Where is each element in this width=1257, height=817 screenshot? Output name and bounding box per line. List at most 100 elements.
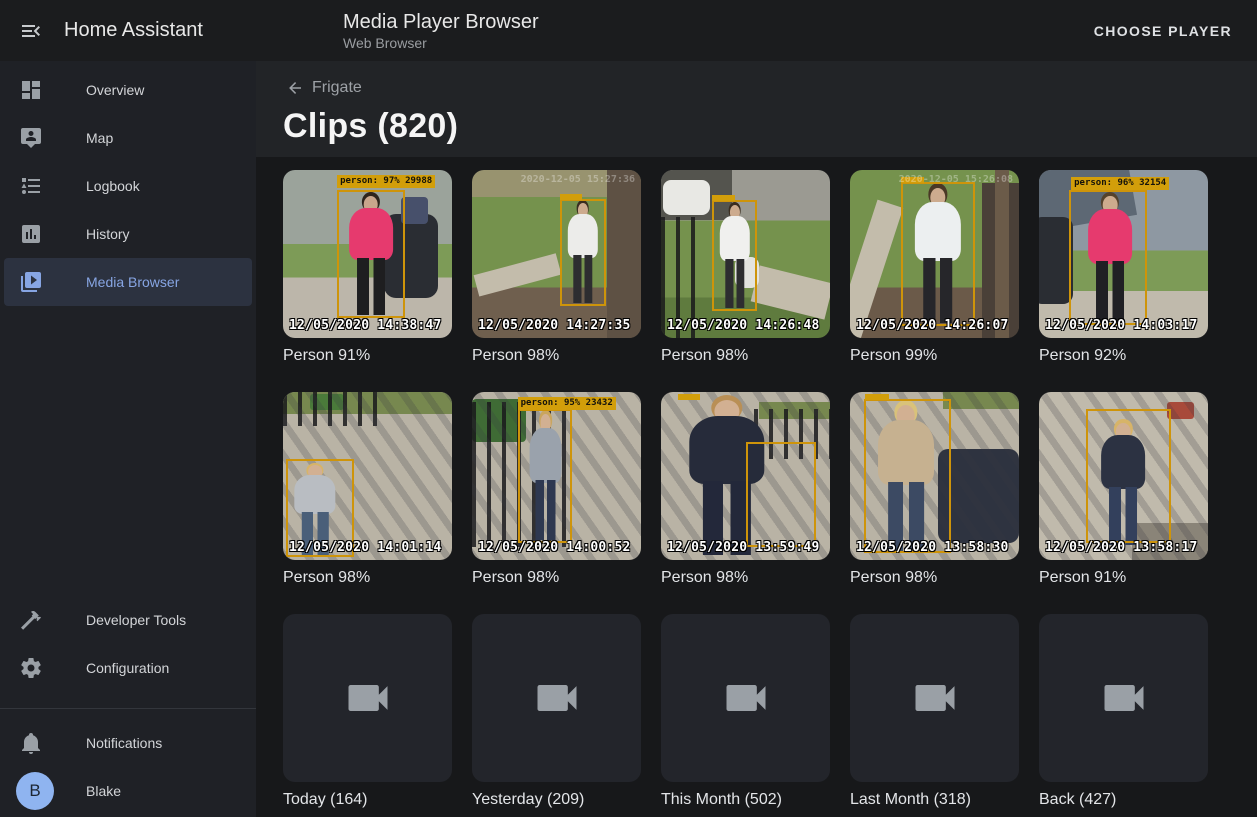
timestamp-overlay: 12/05/2020 14:27:35 [478, 318, 631, 333]
detection-label: person: 95% 23432 [518, 397, 616, 410]
detection-bbox [712, 200, 758, 311]
clips-page-title: Clips (820) [283, 107, 1257, 146]
clip-thumbnail[interactable]: 2020-12-05 15:27:36 12/05/2020 14:27:35 [472, 170, 641, 338]
sidebar-item-label: Configuration [86, 660, 169, 676]
arrow-left-icon [286, 79, 304, 97]
content-header: Frigate Clips (820) [256, 61, 1257, 157]
clip-card: 12/05/2020 13:59:49Person 98% [661, 392, 830, 588]
sidebar-item-label: History [86, 226, 130, 242]
main-content: Frigate Clips (820) person: 97% 2998812/… [256, 61, 1257, 817]
folder-tile[interactable] [1039, 614, 1208, 782]
folder-card: This Month (502) [661, 614, 830, 810]
page-title: Media Player Browser [343, 10, 539, 34]
scene-object [401, 197, 428, 224]
sidebar-item-map[interactable]: Map [4, 114, 252, 162]
sidebar-item-label: Media Browser [86, 274, 179, 290]
sidebar-item-configuration[interactable]: Configuration [4, 644, 252, 692]
folder-caption: Back (427) [1039, 790, 1208, 810]
detection-bbox [560, 199, 606, 307]
detection-bbox [1086, 409, 1171, 543]
timestamp-overlay: 12/05/2020 13:59:49 [667, 540, 820, 555]
detection-label-small [678, 394, 700, 400]
sidebar-item-notifications[interactable]: Notifications [4, 719, 252, 767]
clip-caption: Person 99% [850, 346, 1019, 366]
clip-thumbnail[interactable]: 12/05/2020 14:01:14 [283, 392, 452, 560]
sidebar-item-user[interactable]: B Blake [4, 767, 252, 815]
scene-object [474, 254, 561, 297]
detection-bbox [518, 409, 572, 543]
clip-thumbnail[interactable]: person: 96% 3215412/05/2020 14:03:17 [1039, 170, 1208, 338]
folder-card: Yesterday (209) [472, 614, 641, 810]
page-head: Media Player Browser Web Browser [343, 10, 539, 52]
clip-thumbnail[interactable]: 12/05/2020 13:58:17 [1039, 392, 1208, 560]
sidebar-item-label: Developer Tools [86, 612, 186, 628]
folder-tile[interactable] [283, 614, 452, 782]
sidebar-item-label: Notifications [86, 735, 162, 751]
scene-object [995, 170, 1009, 338]
clip-caption: Person 98% [283, 568, 452, 588]
breadcrumb-back-button[interactable]: Frigate [286, 79, 362, 97]
clip-caption: Person 98% [661, 346, 830, 366]
sidebar-footer-items: Developer Tools Configuration [0, 596, 256, 692]
scene-object [1039, 217, 1073, 304]
timestamp-overlay: 12/05/2020 13:58:17 [1045, 540, 1198, 555]
choose-player-button[interactable]: CHOOSE PLAYER [1086, 15, 1240, 47]
detection-label-small [712, 195, 736, 201]
sidebar-item-developer-tools[interactable]: Developer Tools [4, 596, 252, 644]
clip-card: person: 95% 2343212/05/2020 14:00:52Pers… [472, 392, 641, 588]
timestamp-overlay: 12/05/2020 14:01:14 [289, 540, 442, 555]
timestamp-overlay: 12/05/2020 14:03:17 [1045, 318, 1198, 333]
timestamp-overlay: 12/05/2020 14:38:47 [289, 318, 442, 333]
sidebar-item-label: Logbook [86, 178, 140, 194]
clip-caption: Person 91% [283, 346, 452, 366]
clip-thumbnail[interactable]: person: 95% 23432 12/05/2020 14:00:52 [472, 392, 641, 560]
clip-card: 12/05/2020 13:58:30Person 98% [850, 392, 1019, 588]
detection-bbox [864, 399, 952, 554]
folder-card: Back (427) [1039, 614, 1208, 810]
sidebar-item-logbook[interactable]: Logbook [4, 162, 252, 210]
sidebar-item-overview[interactable]: Overview [4, 66, 252, 114]
folder-tile[interactable] [850, 614, 1019, 782]
sidebar-item-label: Overview [86, 82, 144, 98]
video-icon [909, 672, 961, 724]
clip-card: 2020-12-05 15:26:08 12/05/2020 14:26:07 Pe… [850, 170, 1019, 366]
clip-thumbnail[interactable]: 12/05/2020 14:26:48 [661, 170, 830, 338]
sidebar-item-media-browser[interactable]: Media Browser [4, 258, 252, 306]
sidebar-nav-list: Overview Map Logbook History Media Browser [0, 61, 256, 306]
clip-card: person: 97% 2998812/05/2020 14:38:47 Pers… [283, 170, 452, 366]
timestamp-overlay: 12/05/2020 14:26:48 [667, 318, 820, 333]
scene-object [751, 266, 830, 320]
clip-card: person: 96% 3215412/05/2020 14:03:17Pers… [1039, 170, 1208, 366]
chart-box-icon [19, 222, 43, 246]
page-subtitle: Web Browser [343, 34, 539, 52]
view-dashboard-icon [19, 78, 43, 102]
video-icon [342, 672, 394, 724]
sidebar-item-history[interactable]: History [4, 210, 252, 258]
timestamp-overlay: 12/05/2020 14:26:07 [856, 318, 1009, 333]
breadcrumb-label: Frigate [312, 79, 362, 97]
folder-tile[interactable] [472, 614, 641, 782]
clip-thumbnail[interactable]: 12/05/2020 13:59:49 [661, 392, 830, 560]
sidebar-footer: Developer Tools Configuration Notificatio… [0, 596, 256, 815]
clip-thumbnail[interactable]: 12/05/2020 13:58:30 [850, 392, 1019, 560]
timestamp-overlay: 12/05/2020 14:00:52 [478, 540, 631, 555]
cog-icon [19, 656, 43, 680]
folder-caption: Yesterday (209) [472, 790, 641, 810]
clip-thumbnail[interactable]: person: 97% 2998812/05/2020 14:38:47 [283, 170, 452, 338]
top-app-bar: Home Assistant Media Player Browser Web … [0, 0, 1257, 61]
folder-tile[interactable] [661, 614, 830, 782]
folder-caption: This Month (502) [661, 790, 830, 810]
detection-bbox [746, 442, 817, 546]
folder-card: Today (164) [283, 614, 452, 810]
clip-card: 2020-12-05 15:27:3612/05/2020 14:27:35Pe… [472, 170, 641, 366]
video-icon [1098, 672, 1150, 724]
clip-caption: Person 91% [1039, 568, 1208, 588]
menu-toggle-button[interactable] [7, 7, 55, 55]
camera-osd-timestamp: 2020-12-05 15:27:36 [521, 174, 635, 185]
camera-osd-timestamp: 2020-12-05 15:26:08 [899, 174, 1013, 185]
clip-thumbnail[interactable]: 2020-12-05 15:26:08 12/05/2020 14:26:07 [850, 170, 1019, 338]
detection-bbox [901, 182, 975, 326]
scene-object [663, 180, 710, 215]
format-list-bulleted-type-icon [19, 174, 43, 198]
clip-card: 12/05/2020 13:58:17 Person 91% [1039, 392, 1208, 588]
